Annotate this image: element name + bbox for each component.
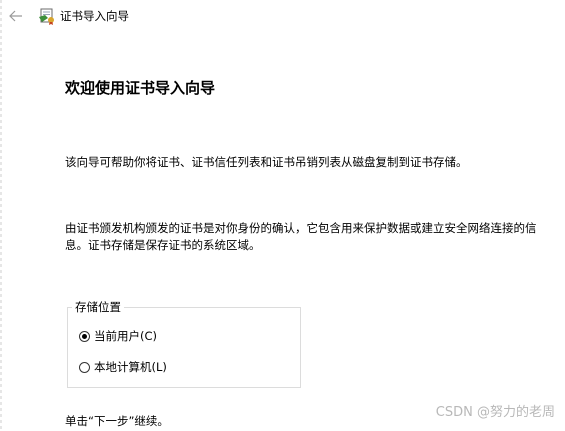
radio-label-local-machine: 本地计算机(L) xyxy=(94,360,167,374)
intro-text: 该向导可帮助你将证书、证书信任列表和证书吊销列表从磁盘复制到证书存储。 xyxy=(65,155,468,169)
description-line: 由证书颁发机构颁发的证书是对你身份的确认，它包含用来保护数据或建立安全网络连接的… xyxy=(65,221,537,235)
page-title: 欢迎使用证书导入向导 xyxy=(65,79,216,97)
arrow-left-icon xyxy=(9,10,22,22)
wizard-window: 证书导入向导 欢迎使用证书导入向导 该向导可帮助你将证书、证书信任列表和证书吊销… xyxy=(0,0,565,431)
description-text: 由证书颁发机构颁发的证书是对你身份的确认，它包含用来保护数据或建立安全网络连接的… xyxy=(65,220,565,254)
certificate-icon xyxy=(39,8,54,25)
back-button[interactable] xyxy=(6,6,26,26)
description-line: 息。证书存储是保存证书的系统区域。 xyxy=(65,238,261,252)
store-location-legend: 存储位置 xyxy=(72,300,124,315)
radio-label-current-user: 当前用户(C) xyxy=(94,329,158,343)
watermark: CSDN @努力的老周 xyxy=(435,405,555,420)
radio-button-unchecked[interactable] xyxy=(79,361,90,373)
title-bar: 证书导入向导 xyxy=(0,0,565,32)
window-left-edge xyxy=(0,0,2,431)
window-title: 证书导入向导 xyxy=(60,9,129,23)
store-location-group xyxy=(67,307,301,388)
radio-current-user[interactable]: 当前用户(C) xyxy=(79,328,157,344)
radio-local-machine[interactable]: 本地计算机(L) xyxy=(79,359,167,375)
next-instruction: 单击“下一步”继续。 xyxy=(65,414,169,428)
radio-button-checked[interactable] xyxy=(79,330,90,342)
